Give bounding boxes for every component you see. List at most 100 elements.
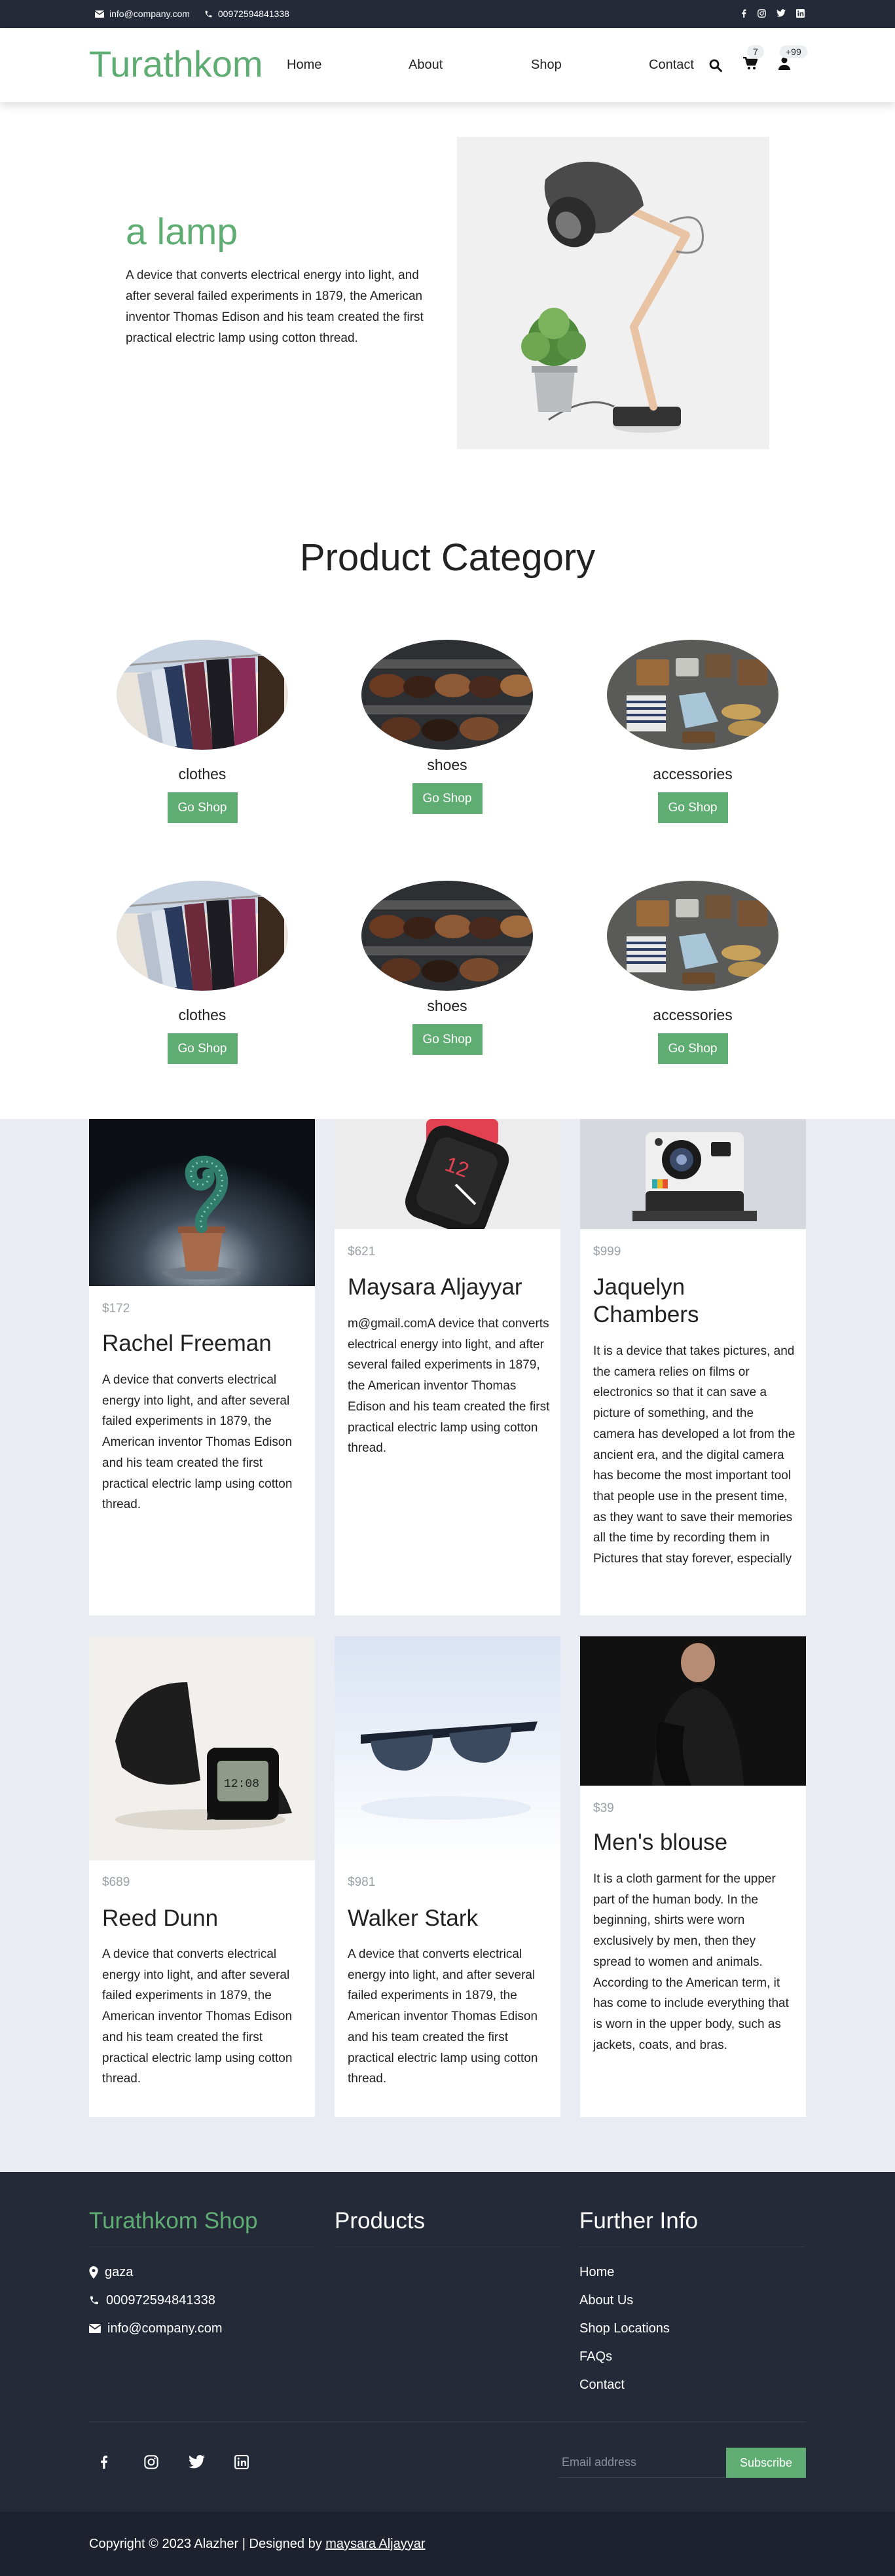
category-label: clothes xyxy=(178,1006,227,1023)
category-label: clothes xyxy=(178,765,227,782)
divider xyxy=(89,2421,806,2422)
category-card: clothes Go Shop xyxy=(104,640,301,823)
category-section-title: Product Category xyxy=(299,536,596,579)
product-name: Maysara Aljayyar xyxy=(348,1274,522,1300)
product-price: $999 xyxy=(593,1245,621,1259)
product-card[interactable]: 12:08 $689 Reed Dunn A device that conve… xyxy=(89,1636,315,2117)
footer-facebook-link[interactable] xyxy=(100,2455,108,2469)
footer-link-home[interactable]: Home xyxy=(579,2264,614,2280)
product-card[interactable]: 12 $621 Maysara Aljayyar m@gmail.comA de… xyxy=(335,1119,560,1615)
footer-products-heading: Products xyxy=(335,2208,426,2234)
product-card[interactable]: $999 Jaquelyn Chambers It is a device th… xyxy=(580,1119,806,1615)
search-icon[interactable] xyxy=(709,59,722,72)
category-card: accessories Go Shop xyxy=(594,640,791,823)
footer-further-info-heading: Further Info xyxy=(579,2208,698,2234)
hero-text: A device that converts electrical energy… xyxy=(126,268,424,345)
product-card[interactable]: $172 Rachel Freeman A device that conver… xyxy=(89,1119,315,1615)
product-price: $689 xyxy=(102,1875,130,1889)
clothes-image xyxy=(117,881,288,991)
nav-about[interactable]: About xyxy=(409,57,443,73)
lamp-image xyxy=(457,137,769,449)
go-shop-button[interactable]: Go Shop xyxy=(657,792,728,823)
footer-link-contact[interactable]: Contact xyxy=(579,2377,625,2393)
linkedin-icon xyxy=(234,2455,249,2469)
camera-image xyxy=(580,1119,806,1229)
main-navbar: Turathkom Home About Shop Contact 7 +99 xyxy=(0,28,895,102)
nav-home[interactable]: Home xyxy=(287,57,321,73)
go-shop-button[interactable]: Go Shop xyxy=(657,1033,728,1064)
nav-shop[interactable]: Shop xyxy=(531,57,562,73)
product-description: A device that converts electrical energy… xyxy=(348,1947,538,2086)
go-shop-button[interactable]: Go Shop xyxy=(167,792,238,823)
watch-image: 12 xyxy=(335,1119,560,1229)
footer-linkedin-link[interactable] xyxy=(234,2455,249,2469)
newsletter-email-input[interactable] xyxy=(558,2448,726,2478)
footer-link-shop-locations[interactable]: Shop Locations xyxy=(579,2321,670,2336)
designer-link[interactable]: maysara Aljayyar xyxy=(325,2537,425,2551)
hero-title: a lamp xyxy=(126,211,238,253)
product-name: Jaquelyn Chambers xyxy=(593,1274,699,1327)
linkedin-icon[interactable] xyxy=(796,9,805,18)
footer-instagram-link[interactable] xyxy=(144,2455,158,2469)
svg-text:12:08: 12:08 xyxy=(224,1778,259,1791)
category-label: accessories xyxy=(653,1006,733,1023)
cart-button[interactable]: 7 xyxy=(743,45,764,73)
footer-link-about-us[interactable]: About Us xyxy=(579,2292,633,2308)
footer-phone-text: 000972594841338 xyxy=(106,2293,215,2308)
man-model-image xyxy=(580,1636,806,1786)
product-name: Walker Stark xyxy=(348,1905,479,1931)
go-shop-button[interactable]: Go Shop xyxy=(167,1033,238,1064)
category-card: accessories Go Shop xyxy=(594,881,791,1064)
product-name: Men's blouse xyxy=(593,1830,728,1855)
subscribe-button[interactable]: Subscribe xyxy=(726,2448,806,2478)
top-contact: info@company.com 00972594841338 xyxy=(95,9,289,19)
instagram-icon[interactable] xyxy=(758,9,766,18)
twitter-icon[interactable] xyxy=(776,9,786,17)
user-button[interactable]: +99 xyxy=(778,45,807,73)
category-label: shoes xyxy=(427,997,467,1014)
footer-location: gaza xyxy=(89,2264,133,2280)
category-card: shoes Go Shop xyxy=(349,881,545,1055)
cart-icon xyxy=(743,56,758,69)
footer-brand[interactable]: Turathkom Shop xyxy=(89,2207,257,2235)
footer-link-faqs[interactable]: FAQs xyxy=(579,2349,612,2364)
product-card[interactable]: $981 Walker Stark A device that converts… xyxy=(335,1636,560,2117)
nav-contact[interactable]: Contact xyxy=(649,57,694,73)
copyright-label: Copyright © 2023 Alazher | Designed by xyxy=(89,2537,326,2551)
twitter-icon xyxy=(189,2455,205,2469)
category-label: accessories xyxy=(653,765,733,782)
user-icon xyxy=(778,57,790,70)
category-card: shoes Go Shop xyxy=(349,640,545,814)
phone-icon xyxy=(205,10,212,17)
envelope-icon xyxy=(89,2324,101,2333)
top-phone-text: 00972594841338 xyxy=(217,9,289,19)
shoes-image xyxy=(361,881,533,991)
copyright-text: Copyright © 2023 Alazher | Designed by m… xyxy=(89,2536,426,2552)
product-description: It is a device that takes pictures, and … xyxy=(593,1344,795,1566)
instagram-icon xyxy=(144,2455,158,2469)
top-phone[interactable]: 00972594841338 xyxy=(204,9,289,19)
footer-location-text: gaza xyxy=(105,2265,134,2279)
category-card: clothes Go Shop xyxy=(104,881,301,1064)
product-card[interactable]: $39 Men's blouse It is a cloth garment f… xyxy=(580,1636,806,2117)
footer: Turathkom Shop Products Further Info gaz… xyxy=(0,2172,895,2512)
top-email[interactable]: info@company.com xyxy=(95,9,190,19)
user-badge: +99 xyxy=(780,45,807,58)
go-shop-button[interactable]: Go Shop xyxy=(412,1024,483,1055)
digital-watch-image: 12:08 xyxy=(89,1636,315,1860)
facebook-icon[interactable] xyxy=(740,9,747,18)
footer-email[interactable]: info@company.com xyxy=(89,2321,223,2336)
product-price: $172 xyxy=(102,1302,130,1316)
top-email-text: info@company.com xyxy=(109,9,190,19)
site-logo[interactable]: Turathkom xyxy=(89,41,263,87)
footer-phone[interactable]: 000972594841338 xyxy=(89,2292,215,2308)
facebook-icon xyxy=(101,2456,108,2469)
accessories-image xyxy=(607,640,778,750)
product-price: $621 xyxy=(348,1245,376,1259)
go-shop-button[interactable]: Go Shop xyxy=(412,783,483,814)
footer-twitter-link[interactable] xyxy=(189,2455,205,2469)
sunglasses-image xyxy=(335,1636,560,1860)
nav-icons: 7 +99 xyxy=(709,45,807,73)
envelope-icon xyxy=(95,10,104,18)
top-bar: info@company.com 00972594841338 xyxy=(0,0,895,28)
